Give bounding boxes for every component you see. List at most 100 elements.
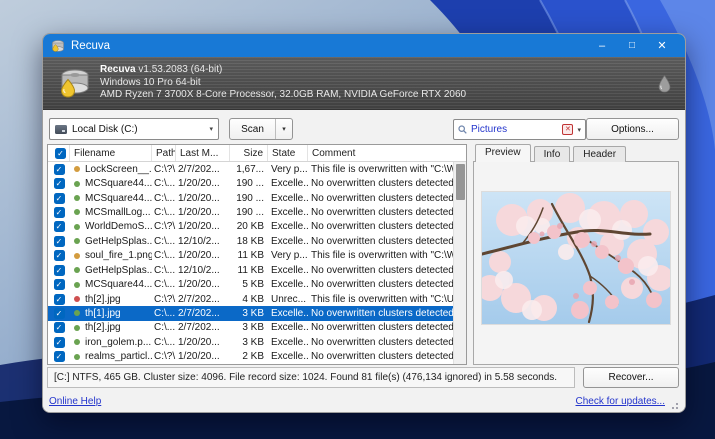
drive-select[interactable]: Local Disk (C:) ▾ — [49, 118, 219, 140]
row-checkbox[interactable]: ✓ — [54, 337, 65, 348]
table-row[interactable]: ✓LockScreen__...C:\?\2/7/202...1,67...Ve… — [48, 162, 453, 176]
row-checkbox[interactable]: ✓ — [54, 265, 65, 276]
state-dot-icon — [74, 339, 80, 345]
table-row[interactable]: ✓MCSmallLog...C:\...1/20/20...190 ...Exc… — [48, 205, 453, 219]
cell-state: Excelle... — [268, 221, 308, 232]
cell-state: Excelle... — [268, 351, 308, 362]
cell-comment: No overwritten clusters detected. — [308, 193, 453, 204]
state-dot-icon — [74, 238, 80, 244]
cell-comment: No overwritten clusters detected. — [308, 279, 453, 290]
cell-path: C:\... — [152, 193, 176, 204]
cell-size: 20 KB — [230, 221, 268, 232]
maximize-button[interactable]: □ — [617, 34, 647, 57]
cell-modified: 1/20/20... — [176, 221, 230, 232]
row-checkbox[interactable]: ✓ — [54, 279, 65, 290]
cell-path: C:\... — [152, 322, 176, 333]
options-button[interactable]: Options... — [586, 118, 679, 140]
row-checkbox[interactable]: ✓ — [54, 236, 65, 247]
cell-state: Excelle... — [268, 207, 308, 218]
close-button[interactable]: ✕ — [647, 34, 677, 57]
chevron-down-icon[interactable]: ▾ — [577, 126, 581, 134]
row-checkbox[interactable]: ✓ — [54, 178, 65, 189]
check-updates-link[interactable]: Check for updates... — [576, 396, 666, 407]
resize-grip[interactable] — [669, 400, 679, 410]
search-box[interactable]: Pictures ✕ ▾ — [453, 119, 586, 140]
online-help-link[interactable]: Online Help — [49, 396, 101, 407]
cell-size: 190 ... — [230, 207, 268, 218]
app-name: Recuva — [100, 64, 136, 75]
recuva-window: Recuva – □ ✕ Recuva v1.53.2083 (64-bit) … — [42, 33, 686, 413]
cell-path: C:\?\ — [152, 351, 176, 362]
search-input[interactable]: Pictures — [471, 124, 558, 135]
row-checkbox[interactable]: ✓ — [54, 221, 65, 232]
cell-comment: No overwritten clusters detected. — [308, 221, 453, 232]
table-row[interactable]: ✓MCSquare44...C:\...1/20/20...5 KBExcell… — [48, 277, 453, 291]
cell-comment: No overwritten clusters detected. — [308, 207, 453, 218]
table-row[interactable]: ✓soul_fire_1.pngC:\...1/20/20...11 KBVer… — [48, 249, 453, 263]
cell-modified: 1/20/20... — [176, 351, 230, 362]
cell-filename: MCSquare44... — [85, 279, 152, 290]
table-row[interactable]: ✓th[1].jpgC:\...2/7/202...3 KBExcelle...… — [48, 306, 453, 320]
column-header-state[interactable]: State — [268, 145, 308, 161]
row-checkbox[interactable]: ✓ — [54, 294, 65, 305]
row-checkbox[interactable]: ✓ — [54, 207, 65, 218]
table-row[interactable]: ✓th[2].jpgC:\...2/7/202...3 KBExcelle...… — [48, 321, 453, 335]
cell-comment: This file is overwritten with "C:\Win... — [308, 164, 453, 175]
column-header-filename[interactable]: Filename — [70, 145, 152, 161]
state-dot-icon — [74, 282, 80, 288]
table-row[interactable]: ✓realms_particl...C:\?\1/20/20...2 KBExc… — [48, 349, 453, 363]
state-dot-icon — [74, 166, 80, 172]
state-dot-icon — [74, 325, 80, 331]
select-all-checkbox[interactable]: ✓ — [55, 148, 66, 159]
column-header-comment[interactable]: Comment — [308, 145, 453, 161]
file-table: ✓ Filename Path Last M... ˇ Size State C… — [47, 144, 467, 365]
table-row[interactable]: ✓iron_golem.p...C:\...1/20/20...3 KBExce… — [48, 335, 453, 349]
clear-search-icon[interactable]: ✕ — [562, 124, 573, 135]
cell-comment: No overwritten clusters detected. — [308, 351, 453, 362]
table-row[interactable]: ✓GetHelpSplas...C:\...12/10/2...18 KBExc… — [48, 234, 453, 248]
scrollbar-thumb[interactable] — [456, 164, 465, 200]
footer: Online Help Check for updates... — [49, 392, 679, 410]
cell-filename: soul_fire_1.png — [85, 250, 152, 261]
table-row[interactable]: ✓GetHelpSplas...C:\...12/10/2...11 KBExc… — [48, 263, 453, 277]
recover-button[interactable]: Recover... — [583, 367, 679, 388]
tab-preview[interactable]: Preview — [475, 144, 531, 162]
row-checkbox[interactable]: ✓ — [54, 250, 65, 261]
minimize-button[interactable]: – — [587, 34, 617, 57]
cell-modified: 1/20/20... — [176, 178, 230, 189]
recuva-logo-icon — [57, 66, 91, 100]
system-info: Recuva v1.53.2083 (64-bit) Windows 10 Pr… — [100, 64, 466, 102]
table-row[interactable]: ✓MCSquare44...C:\...1/20/20...190 ...Exc… — [48, 176, 453, 190]
row-checkbox[interactable]: ✓ — [54, 322, 65, 333]
sort-descending-icon: ˇ — [240, 145, 243, 152]
tab-header[interactable]: Header — [573, 146, 626, 162]
tab-info[interactable]: Info — [534, 146, 571, 162]
cell-size: 18 KB — [230, 236, 268, 247]
scan-dropdown-button[interactable]: ▾ — [275, 119, 292, 139]
column-header-size[interactable]: ˇ Size — [230, 145, 268, 161]
table-row[interactable]: ✓WorldDemoS...C:\?\1/20/20...20 KBExcell… — [48, 220, 453, 234]
row-checkbox[interactable]: ✓ — [54, 308, 65, 319]
cell-path: C:\?\ — [152, 221, 176, 232]
row-checkbox[interactable]: ✓ — [54, 351, 65, 362]
table-row[interactable]: ✓th[2].jpgC:\?\2/7/202...4 KBUnrec...Thi… — [48, 292, 453, 306]
titlebar[interactable]: Recuva – □ ✕ — [43, 34, 685, 57]
cell-modified: 12/10/2... — [176, 265, 230, 276]
cell-path: C:\... — [152, 308, 176, 319]
state-dot-icon — [74, 310, 80, 316]
column-header-path[interactable]: Path — [152, 145, 176, 161]
cell-filename: GetHelpSplas... — [85, 265, 152, 276]
table-row[interactable]: ✓MCSquare44...C:\...1/20/20...190 ...Exc… — [48, 191, 453, 205]
cell-filename: GetHelpSplas... — [85, 236, 152, 247]
state-dot-icon — [74, 195, 80, 201]
cell-modified: 1/20/20... — [176, 207, 230, 218]
column-header-modified[interactable]: Last M... — [176, 145, 230, 161]
cell-comment: No overwritten clusters detected. — [308, 265, 453, 276]
row-checkbox[interactable]: ✓ — [54, 164, 65, 175]
cell-modified: 12/10/2... — [176, 236, 230, 247]
cell-state: Excelle... — [268, 308, 308, 319]
scan-button[interactable]: Scan — [230, 124, 275, 135]
row-checkbox[interactable]: ✓ — [54, 193, 65, 204]
cell-path: C:\... — [152, 265, 176, 276]
vertical-scrollbar[interactable] — [453, 162, 466, 364]
